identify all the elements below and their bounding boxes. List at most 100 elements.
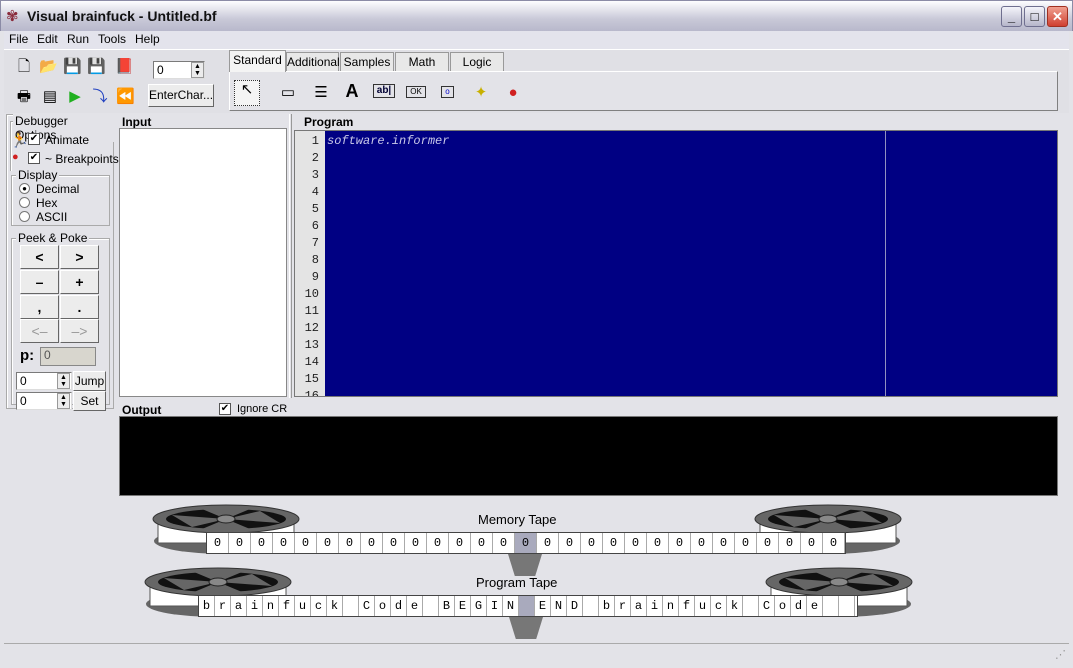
ascii-radio[interactable]: [19, 211, 30, 222]
form-icon[interactable]: ▭: [279, 84, 297, 102]
save-icon[interactable]: 💾: [63, 58, 82, 76]
line-number: 16: [304, 389, 319, 397]
save-as-icon[interactable]: 💾: [87, 58, 106, 76]
radio-icon[interactable]: o: [441, 86, 454, 98]
hex-radio[interactable]: [19, 197, 30, 208]
tab-samples[interactable]: Samples: [340, 52, 394, 72]
edit-ab-icon[interactable]: ab|: [373, 84, 395, 98]
ignore-cr-checkbox[interactable]: ✔: [219, 403, 231, 415]
app-icon: ✾: [6, 8, 19, 25]
animate-runner-icon: 🏃: [10, 132, 29, 149]
enterchar-button[interactable]: EnterChar...: [148, 84, 214, 107]
tape-cell: 0: [801, 533, 823, 553]
step-forward-button[interactable]: –>: [60, 319, 99, 343]
tape-cell: f: [679, 596, 695, 616]
line-number: 5: [311, 202, 319, 216]
input-char-button[interactable]: ,: [20, 295, 59, 319]
decrement-button[interactable]: –: [20, 270, 59, 294]
image-icon[interactable]: ✦: [472, 84, 490, 102]
tape-cell: 0: [493, 533, 515, 553]
label-a-icon[interactable]: A: [343, 82, 361, 100]
resize-grip-icon[interactable]: ⋰: [1055, 648, 1066, 661]
animate-checkbox[interactable]: ✔: [28, 133, 40, 145]
tape-cell: 0: [273, 533, 295, 553]
minimize-button[interactable]: _: [1001, 6, 1022, 27]
ascii-label: ASCII: [36, 210, 68, 224]
tape-cell: C: [759, 596, 775, 616]
tape-cell: c: [311, 596, 327, 616]
tab-additional[interactable]: Additional: [286, 52, 340, 72]
program-label: Program: [304, 115, 354, 129]
tape-cell: E: [455, 596, 471, 616]
pointer-icon[interactable]: ↖: [234, 80, 260, 106]
program-editor[interactable]: 1 2 3 4 5 6 7 8 9 10 11 12 13 14 15 16 software.informe…: [294, 130, 1058, 397]
new-file-icon[interactable]: 🗋: [15, 58, 33, 76]
ignore-cr-label: Ignore CR: [237, 403, 288, 415]
tab-logic[interactable]: Logic: [450, 52, 504, 72]
set-spinner[interactable]: ▲ ▼: [57, 393, 70, 409]
tape-cell: f: [279, 596, 295, 616]
breakpoints-checkbox[interactable]: ✔: [28, 152, 40, 164]
status-bar: ⋰: [4, 643, 1069, 664]
program-tape: brainfuck Code BEGIN END brainfuck Code: [198, 595, 858, 617]
tape-cell: 0: [515, 533, 537, 553]
maximize-button[interactable]: □: [1024, 6, 1045, 27]
tape-cell: E: [535, 596, 551, 616]
tab-math[interactable]: Math: [395, 52, 449, 72]
menu-bar: [4, 31, 1069, 49]
menu-run[interactable]: Run: [67, 32, 89, 46]
spinner-arrows[interactable]: ▲ ▼: [191, 62, 204, 78]
tape-cell: a: [231, 596, 247, 616]
tape-cell: [423, 596, 439, 616]
help-book-icon[interactable]: 📕: [115, 58, 134, 76]
run-icon[interactable]: ▶: [66, 88, 84, 106]
tape-cell: o: [775, 596, 791, 616]
tape-cell: 0: [823, 533, 845, 553]
line-number: 14: [304, 355, 319, 369]
tape-cell: 0: [317, 533, 339, 553]
menu-tools[interactable]: Tools: [98, 32, 126, 46]
tape-cell: [743, 596, 759, 616]
open-folder-icon[interactable]: 📂: [39, 58, 58, 76]
title-bar: ✾ Visual brainfuck - Untitled.bf _ □ ✕: [0, 0, 1073, 31]
tape-cell: 0: [559, 533, 581, 553]
breakpoint-icon[interactable]: ●: [504, 84, 522, 102]
animate-label: Animate: [45, 133, 90, 147]
decimal-radio[interactable]: ●: [19, 183, 30, 194]
menu-file[interactable]: File: [9, 32, 28, 46]
tape-cell: 0: [207, 533, 229, 553]
line-number: 1: [311, 134, 319, 148]
output-char-button[interactable]: .: [60, 295, 99, 319]
tape-cell: 0: [581, 533, 603, 553]
pointer-label: p:: [20, 347, 35, 364]
tape-cell: N: [551, 596, 567, 616]
menu-help[interactable]: Help: [135, 32, 160, 46]
rewind-icon[interactable]: ⏪: [116, 88, 135, 106]
increment-button[interactable]: +: [60, 270, 99, 294]
ok-button-icon[interactable]: OK: [406, 86, 426, 98]
input-textarea[interactable]: [119, 128, 287, 397]
tape-cell: G: [471, 596, 487, 616]
display-title: Display: [16, 168, 60, 182]
step-icon[interactable]: ⤵: [91, 88, 109, 106]
tape-cell: 0: [713, 533, 735, 553]
console-icon[interactable]: ▤: [41, 88, 59, 106]
splitter[interactable]: [289, 114, 292, 398]
tape-cell: 0: [757, 533, 779, 553]
jump-button[interactable]: Jump: [73, 371, 106, 391]
tape-cell: [839, 596, 855, 616]
tape-cell: 0: [251, 533, 273, 553]
step-back-button[interactable]: <–: [20, 319, 59, 343]
line-number: 15: [304, 372, 319, 386]
menu-edit[interactable]: Edit: [37, 32, 58, 46]
tab-standard[interactable]: Standard: [229, 50, 286, 72]
move-left-button[interactable]: <: [20, 245, 59, 269]
print-icon[interactable]: 🖶: [15, 88, 33, 106]
tape-cell: 0: [449, 533, 471, 553]
close-button[interactable]: ✕: [1047, 6, 1068, 27]
menu-cursor-icon[interactable]: ☰: [312, 84, 330, 102]
set-button[interactable]: Set: [73, 391, 106, 411]
move-right-button[interactable]: >: [60, 245, 99, 269]
jump-spinner[interactable]: ▲ ▼: [57, 373, 70, 389]
tape-cell: e: [407, 596, 423, 616]
